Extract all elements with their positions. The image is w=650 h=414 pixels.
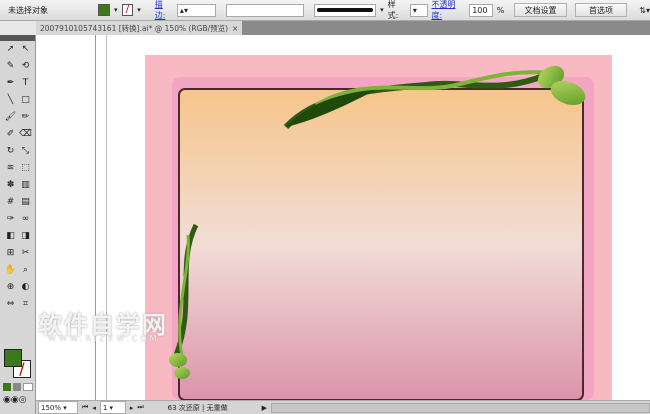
warp-tool-icon[interactable]: ≋: [4, 162, 17, 174]
document-title: 2007910105743161 [转换].ai* @ 150% (RGB/预览…: [40, 23, 229, 33]
paintbrush-tool-icon[interactable]: 🖌: [4, 111, 17, 123]
selection-status: 未选择对象: [8, 5, 48, 15]
toolbox-header[interactable]: [0, 35, 35, 41]
type-tool-icon[interactable]: T: [19, 77, 32, 89]
artboard-tool-icon[interactable]: ⊞: [4, 247, 17, 259]
symbol-sprayer-tool-icon[interactable]: ✽: [4, 179, 17, 191]
status-menu-button[interactable]: ▶: [262, 404, 267, 412]
artwork[interactable]: [36, 35, 650, 400]
brush-select[interactable]: [313, 3, 377, 17]
live-paint-select-tool-icon[interactable]: ◨: [19, 230, 32, 242]
page-select[interactable]: 1 ▾: [99, 401, 126, 414]
mesh-tool-icon[interactable]: #: [4, 196, 17, 208]
direct-select-tool-icon[interactable]: ↖: [19, 43, 32, 55]
status-bar: 150% ▾ ⏮ ◂ 1 ▾ ▸ ⏭ 63 次还原 | 无重做 ▶: [36, 400, 650, 414]
screen-mode-buttons[interactable]: ◉◉◎: [3, 395, 27, 405]
document-setup-button[interactable]: 文档设置: [514, 3, 567, 17]
hand-tool-icon[interactable]: ✋: [4, 264, 17, 276]
stroke-label[interactable]: 描边:: [155, 0, 173, 21]
style-label: 样式:: [387, 0, 399, 20]
opacity-label[interactable]: 不透明度:: [432, 0, 466, 21]
document-tab[interactable]: 2007910105743161 [转换].ai* @ 150% (RGB/预览…: [36, 21, 243, 35]
zoom-value: 150%: [41, 403, 62, 412]
canvas[interactable]: [36, 35, 650, 400]
slice-tool-icon[interactable]: ✂: [19, 247, 32, 259]
magic-wand-tool-icon[interactable]: ✎: [4, 60, 17, 72]
style-select[interactable]: ▾: [409, 3, 428, 17]
shape-builder-tool-icon[interactable]: ◐: [19, 281, 32, 293]
variable-width-select[interactable]: [225, 3, 304, 17]
next-page-button[interactable]: ▸: [130, 404, 134, 412]
pen-tool-icon[interactable]: ✒: [4, 77, 17, 89]
first-page-button[interactable]: ⏮: [82, 403, 88, 412]
fill-swatch[interactable]: [98, 4, 110, 16]
selection-tool-icon[interactable]: ➚: [4, 43, 17, 55]
watermark-url: WWW.RJZXW.COM: [48, 334, 160, 343]
live-paint-tool-icon[interactable]: ◧: [4, 230, 17, 242]
control-bar: 未选择对象 ▾ / ▾ 描边: ▴▾ ▾ 样式: ▾ 不透明度: 100 % 文档…: [0, 0, 650, 21]
last-page-button[interactable]: ⏭: [137, 403, 143, 412]
rotate-tool-icon[interactable]: ↻: [4, 145, 17, 157]
horizontal-scrollbar[interactable]: [271, 402, 650, 413]
free-transform-tool-icon[interactable]: ⬚: [19, 162, 32, 174]
zoom-select[interactable]: 150% ▾: [38, 401, 78, 414]
preferences-button[interactable]: 首选项: [574, 3, 628, 17]
arrange-icon[interactable]: ⇅▾: [639, 6, 650, 15]
scale-tool-icon[interactable]: ⤡: [19, 145, 32, 157]
opacity-input[interactable]: 100: [469, 3, 493, 17]
rectangle-tool-icon[interactable]: □: [19, 94, 32, 106]
crop-tool-icon[interactable]: ⌗: [19, 298, 32, 310]
stroke-swatch[interactable]: /: [121, 4, 134, 16]
eraser-tool-icon[interactable]: ⌫: [19, 128, 32, 140]
width-tool-icon[interactable]: ⇔: [4, 298, 17, 310]
brush-stroke-icon: [316, 8, 373, 12]
lasso-tool-icon[interactable]: ⟲: [19, 60, 32, 72]
blend-tool-icon[interactable]: ∞: [19, 213, 32, 225]
blob-brush-tool-icon[interactable]: ✐: [4, 128, 17, 140]
stroke-weight-input[interactable]: ▴▾: [176, 3, 216, 17]
line-tool-icon[interactable]: ╲: [4, 94, 17, 106]
close-tab-icon[interactable]: ×: [232, 24, 238, 33]
gradient-tool-icon[interactable]: ▤: [19, 196, 32, 208]
eyedropper-tool-icon[interactable]: ✑: [4, 213, 17, 225]
opacity-value: 100: [472, 5, 488, 15]
opacity-unit: %: [496, 5, 505, 15]
toolbox: ➚ ↖ ✎ ⟲ ✒ T ╲ □ 🖌 ✏ ✐ ⌫ ↻ ⤡ ≋ ⬚ ✽ ▥ # ▤ ✑ ∞ ◧ ◨ ⊞ ✂ ✋ ⌕ ⊕ ◐ ⇔ ⌗ / ◉◉◎: [0, 35, 36, 414]
graph-tool-icon[interactable]: ▥: [19, 179, 32, 191]
status-message: 63 次还原 | 无重做: [167, 403, 228, 412]
fill-color-box[interactable]: [4, 349, 22, 367]
zoom-tool-icon[interactable]: ⌕: [19, 264, 32, 276]
color-mode-buttons[interactable]: [3, 383, 33, 391]
page-value: 1: [102, 403, 108, 412]
prev-page-button[interactable]: ◂: [92, 404, 96, 412]
perspective-tool-icon[interactable]: ⊕: [4, 281, 17, 293]
pencil-tool-icon[interactable]: ✏: [19, 111, 32, 123]
document-tab-bar: 2007910105743161 [转换].ai* @ 150% (RGB/预览…: [36, 21, 650, 35]
gradient-frame: [178, 88, 584, 400]
